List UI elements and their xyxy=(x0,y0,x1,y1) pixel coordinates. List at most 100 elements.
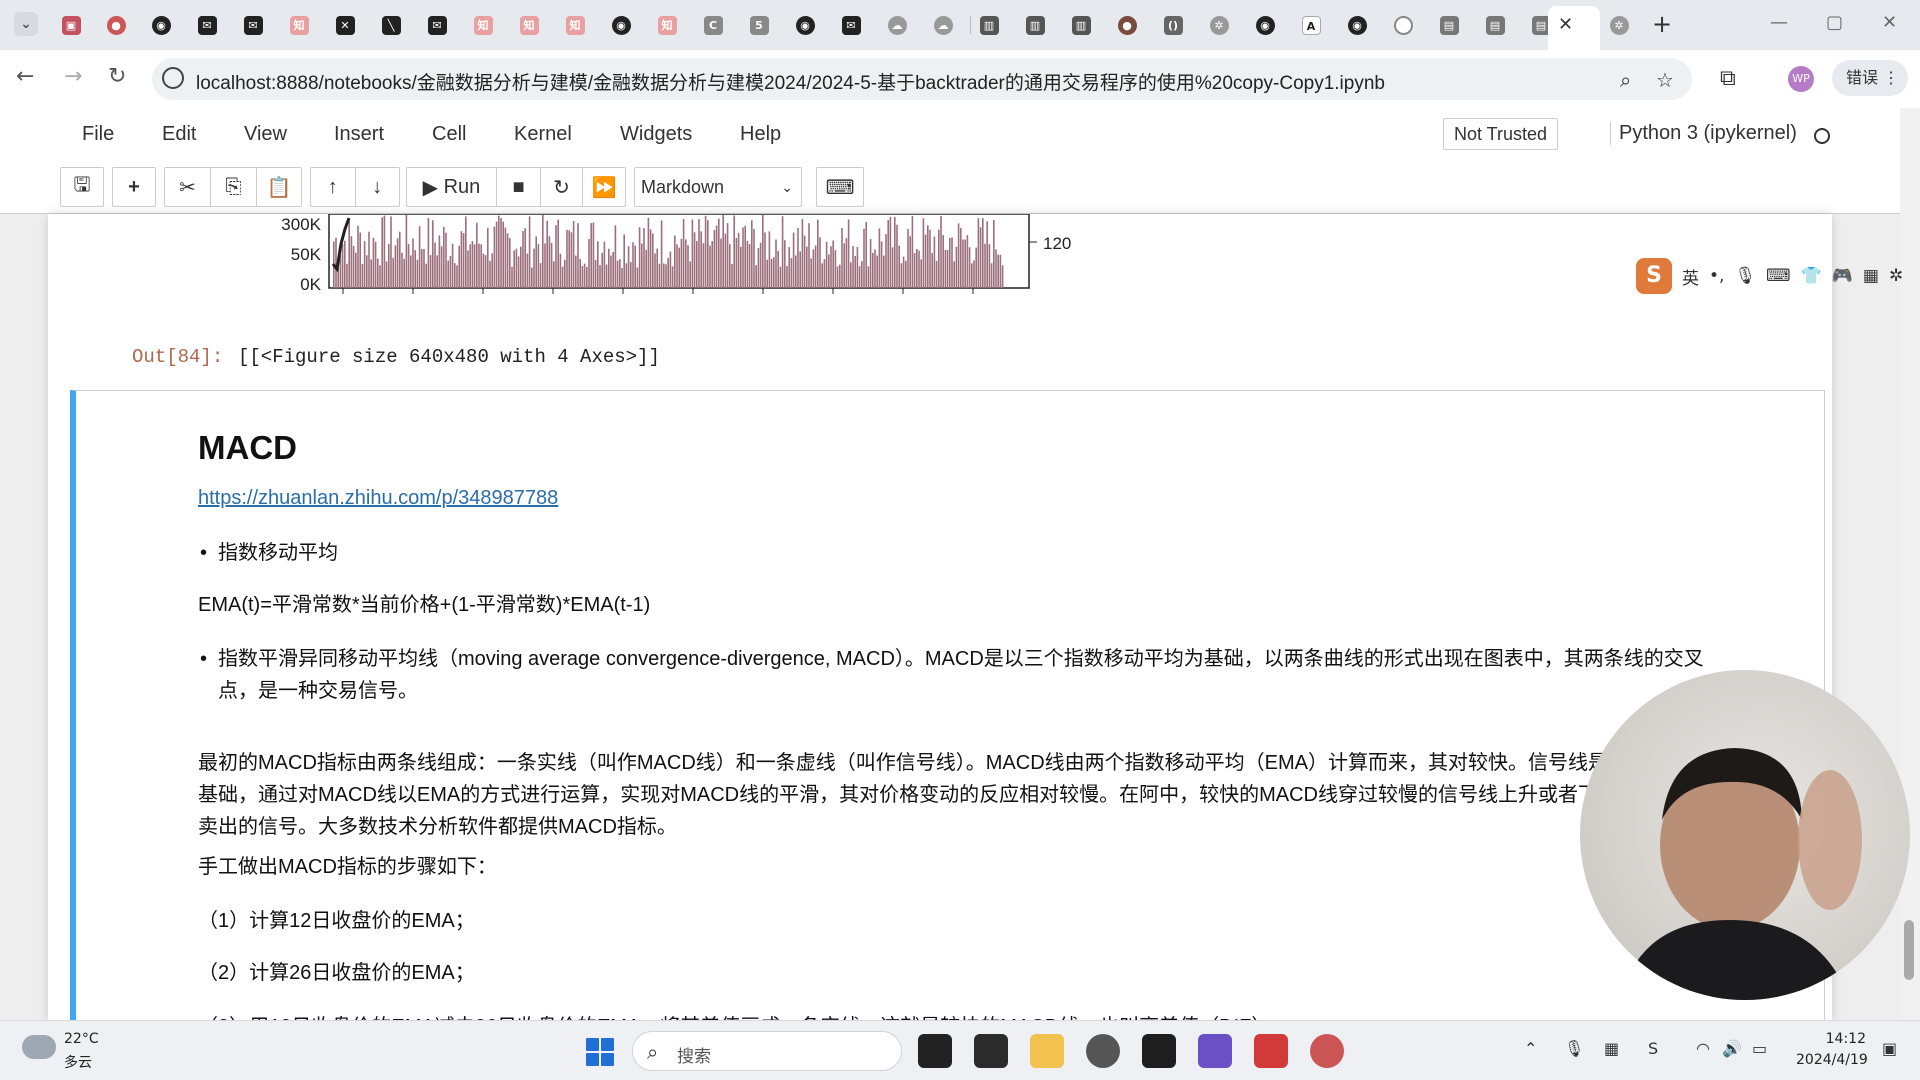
menu-insert[interactable]: Insert xyxy=(334,123,384,146)
url-omnibox[interactable]: localhost:8888/notebooks/金融数据分析与建模/金融数据分… xyxy=(152,58,1692,100)
clock-date[interactable]: 2024/4/19 xyxy=(1796,1052,1868,1068)
new-tab-icon[interactable]: + xyxy=(1652,10,1672,38)
cut-icon[interactable]: ✂ xyxy=(165,168,211,206)
weather-description[interactable]: 多云 xyxy=(64,1052,92,1072)
move-up-icon[interactable]: ↑ xyxy=(311,168,356,206)
wifi-icon[interactable]: ◠ xyxy=(1696,1039,1710,1058)
markdown-cell[interactable]: MACD https://zhuanlan.zhihu.com/p/348987… xyxy=(70,390,1825,1020)
tab-book-3[interactable]: ▥ xyxy=(1066,10,1096,40)
skin-icon[interactable]: 👕 xyxy=(1801,266,1822,286)
zoom-icon[interactable]: ⌕ xyxy=(1620,68,1631,92)
tab-settings[interactable]: ✲ xyxy=(1204,10,1234,40)
error-button[interactable]: 错误 ⋮ xyxy=(1832,60,1908,96)
file-explorer-icon[interactable] xyxy=(1030,1034,1064,1068)
insert-cell-icon[interactable]: + xyxy=(113,168,155,206)
tab-record[interactable]: ● xyxy=(101,10,131,40)
menu-edit[interactable]: Edit xyxy=(162,123,196,146)
minimize-icon[interactable]: — xyxy=(1770,12,1788,33)
extensions-icon[interactable]: ⧉ xyxy=(1720,66,1736,91)
chrome-icon[interactable] xyxy=(1086,1034,1120,1068)
microphone-icon[interactable]: 🎙 xyxy=(1734,266,1756,286)
tab-cloud-2[interactable]: ☁ xyxy=(928,10,958,40)
kernel-name[interactable]: Python 3 (ipykernel) xyxy=(1610,122,1797,145)
cell-type-select[interactable]: Markdown ⌄ xyxy=(634,167,802,207)
tab-zhihu-2[interactable]: 知 xyxy=(468,10,498,40)
copy-icon[interactable]: ⎘ xyxy=(211,168,257,206)
tab-mail-1[interactable]: ✉ xyxy=(192,10,222,40)
notification-icon[interactable]: ▣ xyxy=(1882,1039,1897,1058)
tab-mail-4[interactable]: ✉ xyxy=(836,10,866,40)
tab-book-1[interactable]: ▥ xyxy=(974,10,1004,40)
tab-zhihu-5[interactable]: 知 xyxy=(652,10,682,40)
reload-icon[interactable]: ↻ xyxy=(108,64,126,89)
tab-doc-2[interactable]: ▤ xyxy=(1480,10,1510,40)
tab-github-4[interactable]: ◉ xyxy=(1250,10,1280,40)
save-icon[interactable]: 🖫 xyxy=(61,168,103,206)
ime-tray-icon[interactable]: S xyxy=(1648,1039,1658,1058)
chevron-up-icon[interactable]: ⌃ xyxy=(1524,1039,1537,1058)
back-icon[interactable]: ← xyxy=(16,64,34,89)
tab-ai[interactable]: A xyxy=(1296,10,1326,40)
tab-search-icon[interactable]: ⌄ xyxy=(14,12,38,36)
weather-temperature[interactable]: 22°C xyxy=(64,1031,99,1047)
weather-cloud-icon[interactable] xyxy=(22,1035,56,1059)
tab-mail-2[interactable]: ✉ xyxy=(238,10,268,40)
volume-icon[interactable]: 🔊 xyxy=(1722,1039,1742,1058)
scrollbar-thumb[interactable] xyxy=(1904,920,1914,980)
scrollbar[interactable] xyxy=(1900,108,1920,1020)
tab-active-jupyter[interactable] xyxy=(1548,6,1600,50)
interrupt-icon[interactable]: ■ xyxy=(497,168,541,206)
taskbar-search[interactable]: ⌕ 搜索 xyxy=(632,1031,902,1071)
tray-app-icon[interactable]: ▦ xyxy=(1604,1039,1619,1058)
tab-zhihu-4[interactable]: 知 xyxy=(560,10,590,40)
tab-jupyter[interactable]: ✲ xyxy=(1604,10,1634,40)
paste-icon[interactable]: 📋 xyxy=(257,168,301,206)
game-icon[interactable]: 🎮 xyxy=(1832,266,1853,286)
record-icon[interactable] xyxy=(1310,1034,1344,1068)
tab-zhihu-3[interactable]: 知 xyxy=(514,10,544,40)
tab-bracket[interactable]: () xyxy=(1158,10,1188,40)
tab-book-2[interactable]: ▥ xyxy=(1020,10,1050,40)
maximize-icon[interactable]: ▢ xyxy=(1826,12,1843,33)
menu-widgets[interactable]: Widgets xyxy=(620,123,692,146)
wps-icon[interactable] xyxy=(1254,1034,1288,1068)
settings-icon[interactable]: ✲ xyxy=(1889,266,1903,286)
not-trusted-indicator[interactable]: Not Trusted xyxy=(1443,118,1559,150)
console-icon[interactable] xyxy=(1142,1034,1176,1068)
tab-51[interactable]: 5 xyxy=(744,10,774,40)
menu-help[interactable]: Help xyxy=(740,123,781,146)
tab-tool-2[interactable]: ╲ xyxy=(376,10,406,40)
tab-doc-1[interactable]: ▤ xyxy=(1434,10,1464,40)
menu-cell[interactable]: Cell xyxy=(432,123,466,146)
clock-time[interactable]: 14:12 xyxy=(1796,1031,1866,1047)
tab-github-3[interactable]: ◉ xyxy=(790,10,820,40)
tab-loading[interactable] xyxy=(1388,10,1418,40)
restart-run-all-icon[interactable]: ⏩ xyxy=(583,168,625,206)
tab-cloud-1[interactable]: ☁ xyxy=(882,10,912,40)
bookmark-star-icon[interactable]: ☆ xyxy=(1656,68,1674,92)
tab-c[interactable]: C xyxy=(698,10,728,40)
keyboard-icon[interactable]: ⌨ xyxy=(1766,266,1791,286)
app-screen-icon[interactable] xyxy=(974,1034,1008,1068)
tab-github-5[interactable]: ◉ xyxy=(1342,10,1372,40)
app-purple-icon[interactable] xyxy=(1198,1034,1232,1068)
tab-zhihu-1[interactable]: 知 xyxy=(284,10,314,40)
tab-tool-1[interactable]: ✕ xyxy=(330,10,360,40)
close-tab-icon[interactable]: ✕ xyxy=(1558,14,1573,35)
menu-view[interactable]: View xyxy=(244,123,287,146)
apps-icon[interactable]: ▦ xyxy=(1863,266,1879,286)
move-down-icon[interactable]: ↓ xyxy=(356,168,400,206)
site-info-icon[interactable] xyxy=(162,67,184,89)
microphone-icon[interactable]: 🎙 xyxy=(1564,1039,1584,1058)
url-text[interactable]: localhost:8888/notebooks/金融数据分析与建模/金融数据分… xyxy=(196,68,1385,95)
avatar[interactable]: WP xyxy=(1788,66,1814,92)
run-button[interactable]: ▶ Run xyxy=(407,168,497,206)
tab-mail-3[interactable]: ✉ xyxy=(422,10,452,40)
tab-github-2[interactable]: ◉ xyxy=(606,10,636,40)
restart-icon[interactable]: ↻ xyxy=(541,168,583,206)
ime-logo-icon[interactable]: S xyxy=(1636,258,1672,294)
forward-icon[interactable]: → xyxy=(64,64,82,89)
punctuation-icon[interactable]: •, xyxy=(1709,266,1724,286)
ime-language-toggle[interactable]: 英 xyxy=(1682,264,1699,289)
keyboard-icon[interactable]: ⌨ xyxy=(817,168,863,206)
